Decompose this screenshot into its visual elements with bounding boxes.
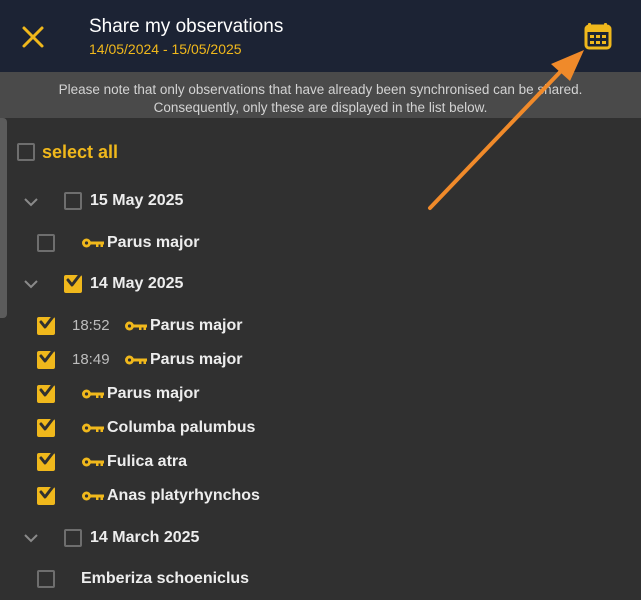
observation-checkbox[interactable] bbox=[37, 448, 57, 471]
calendar-icon bbox=[584, 23, 612, 50]
sync-notice: Please note that only observations that … bbox=[0, 72, 641, 118]
observation-checkbox[interactable] bbox=[37, 346, 57, 369]
observation-checkbox[interactable] bbox=[37, 312, 57, 335]
species-name[interactable]: Parus major bbox=[107, 385, 199, 403]
scrollbar[interactable] bbox=[0, 118, 7, 318]
close-icon bbox=[22, 26, 44, 48]
species-name[interactable]: Parus major bbox=[150, 317, 242, 335]
calendar-button[interactable] bbox=[584, 20, 614, 52]
group-checkbox[interactable] bbox=[64, 192, 82, 210]
observation-checkbox[interactable] bbox=[37, 380, 57, 403]
close-button[interactable] bbox=[18, 22, 48, 52]
key-icon bbox=[82, 238, 104, 248]
chevron-down-icon[interactable] bbox=[23, 279, 39, 289]
key-icon bbox=[82, 389, 104, 399]
species-name[interactable]: Emberiza schoeniclus bbox=[81, 570, 249, 588]
observation-checkbox[interactable] bbox=[37, 570, 55, 588]
key-icon bbox=[125, 321, 147, 331]
observation-checkbox[interactable] bbox=[37, 482, 57, 505]
select-all-label[interactable]: select all bbox=[42, 142, 118, 163]
share-observations-screen: Share my observations 14/05/2024 - 15/05… bbox=[0, 0, 641, 600]
key-icon bbox=[82, 423, 104, 433]
select-all-checkbox[interactable] bbox=[17, 143, 35, 161]
species-name[interactable]: Parus major bbox=[107, 234, 199, 252]
checkmark-icon bbox=[39, 312, 57, 329]
observation-checkbox[interactable] bbox=[37, 414, 57, 437]
key-icon bbox=[82, 491, 104, 501]
app-header: Share my observations 14/05/2024 - 15/05… bbox=[0, 0, 641, 72]
group-date: 14 March 2025 bbox=[90, 529, 200, 546]
notice-line-1: Please note that only observations that … bbox=[58, 82, 583, 97]
date-range: 14/05/2024 - 15/05/2025 bbox=[89, 41, 242, 57]
page-title: Share my observations bbox=[89, 16, 284, 37]
group-checkbox[interactable] bbox=[64, 529, 82, 547]
checkmark-icon bbox=[39, 380, 57, 397]
species-name[interactable]: Columba palumbus bbox=[107, 419, 255, 437]
checkmark-icon bbox=[66, 270, 84, 287]
checkmark-icon bbox=[39, 346, 57, 363]
group-date: 15 May 2025 bbox=[90, 192, 184, 209]
species-name[interactable]: Anas platyrhynchos bbox=[107, 487, 260, 505]
checkmark-icon bbox=[39, 448, 57, 465]
key-icon bbox=[82, 457, 104, 467]
notice-line-2: Consequently, only these are displayed i… bbox=[153, 99, 488, 115]
key-icon bbox=[125, 355, 147, 365]
observation-time: 18:52 bbox=[72, 317, 110, 334]
checkmark-icon bbox=[39, 414, 57, 431]
checkmark-icon bbox=[39, 482, 57, 499]
group-checkbox[interactable] bbox=[64, 270, 84, 293]
chevron-down-icon[interactable] bbox=[23, 533, 39, 543]
species-name[interactable]: Fulica atra bbox=[107, 453, 187, 471]
observation-checkbox[interactable] bbox=[37, 234, 55, 252]
observation-time: 18:49 bbox=[72, 351, 110, 368]
group-date: 14 May 2025 bbox=[90, 275, 184, 292]
species-name[interactable]: Parus major bbox=[150, 351, 242, 369]
chevron-down-icon[interactable] bbox=[23, 197, 39, 207]
